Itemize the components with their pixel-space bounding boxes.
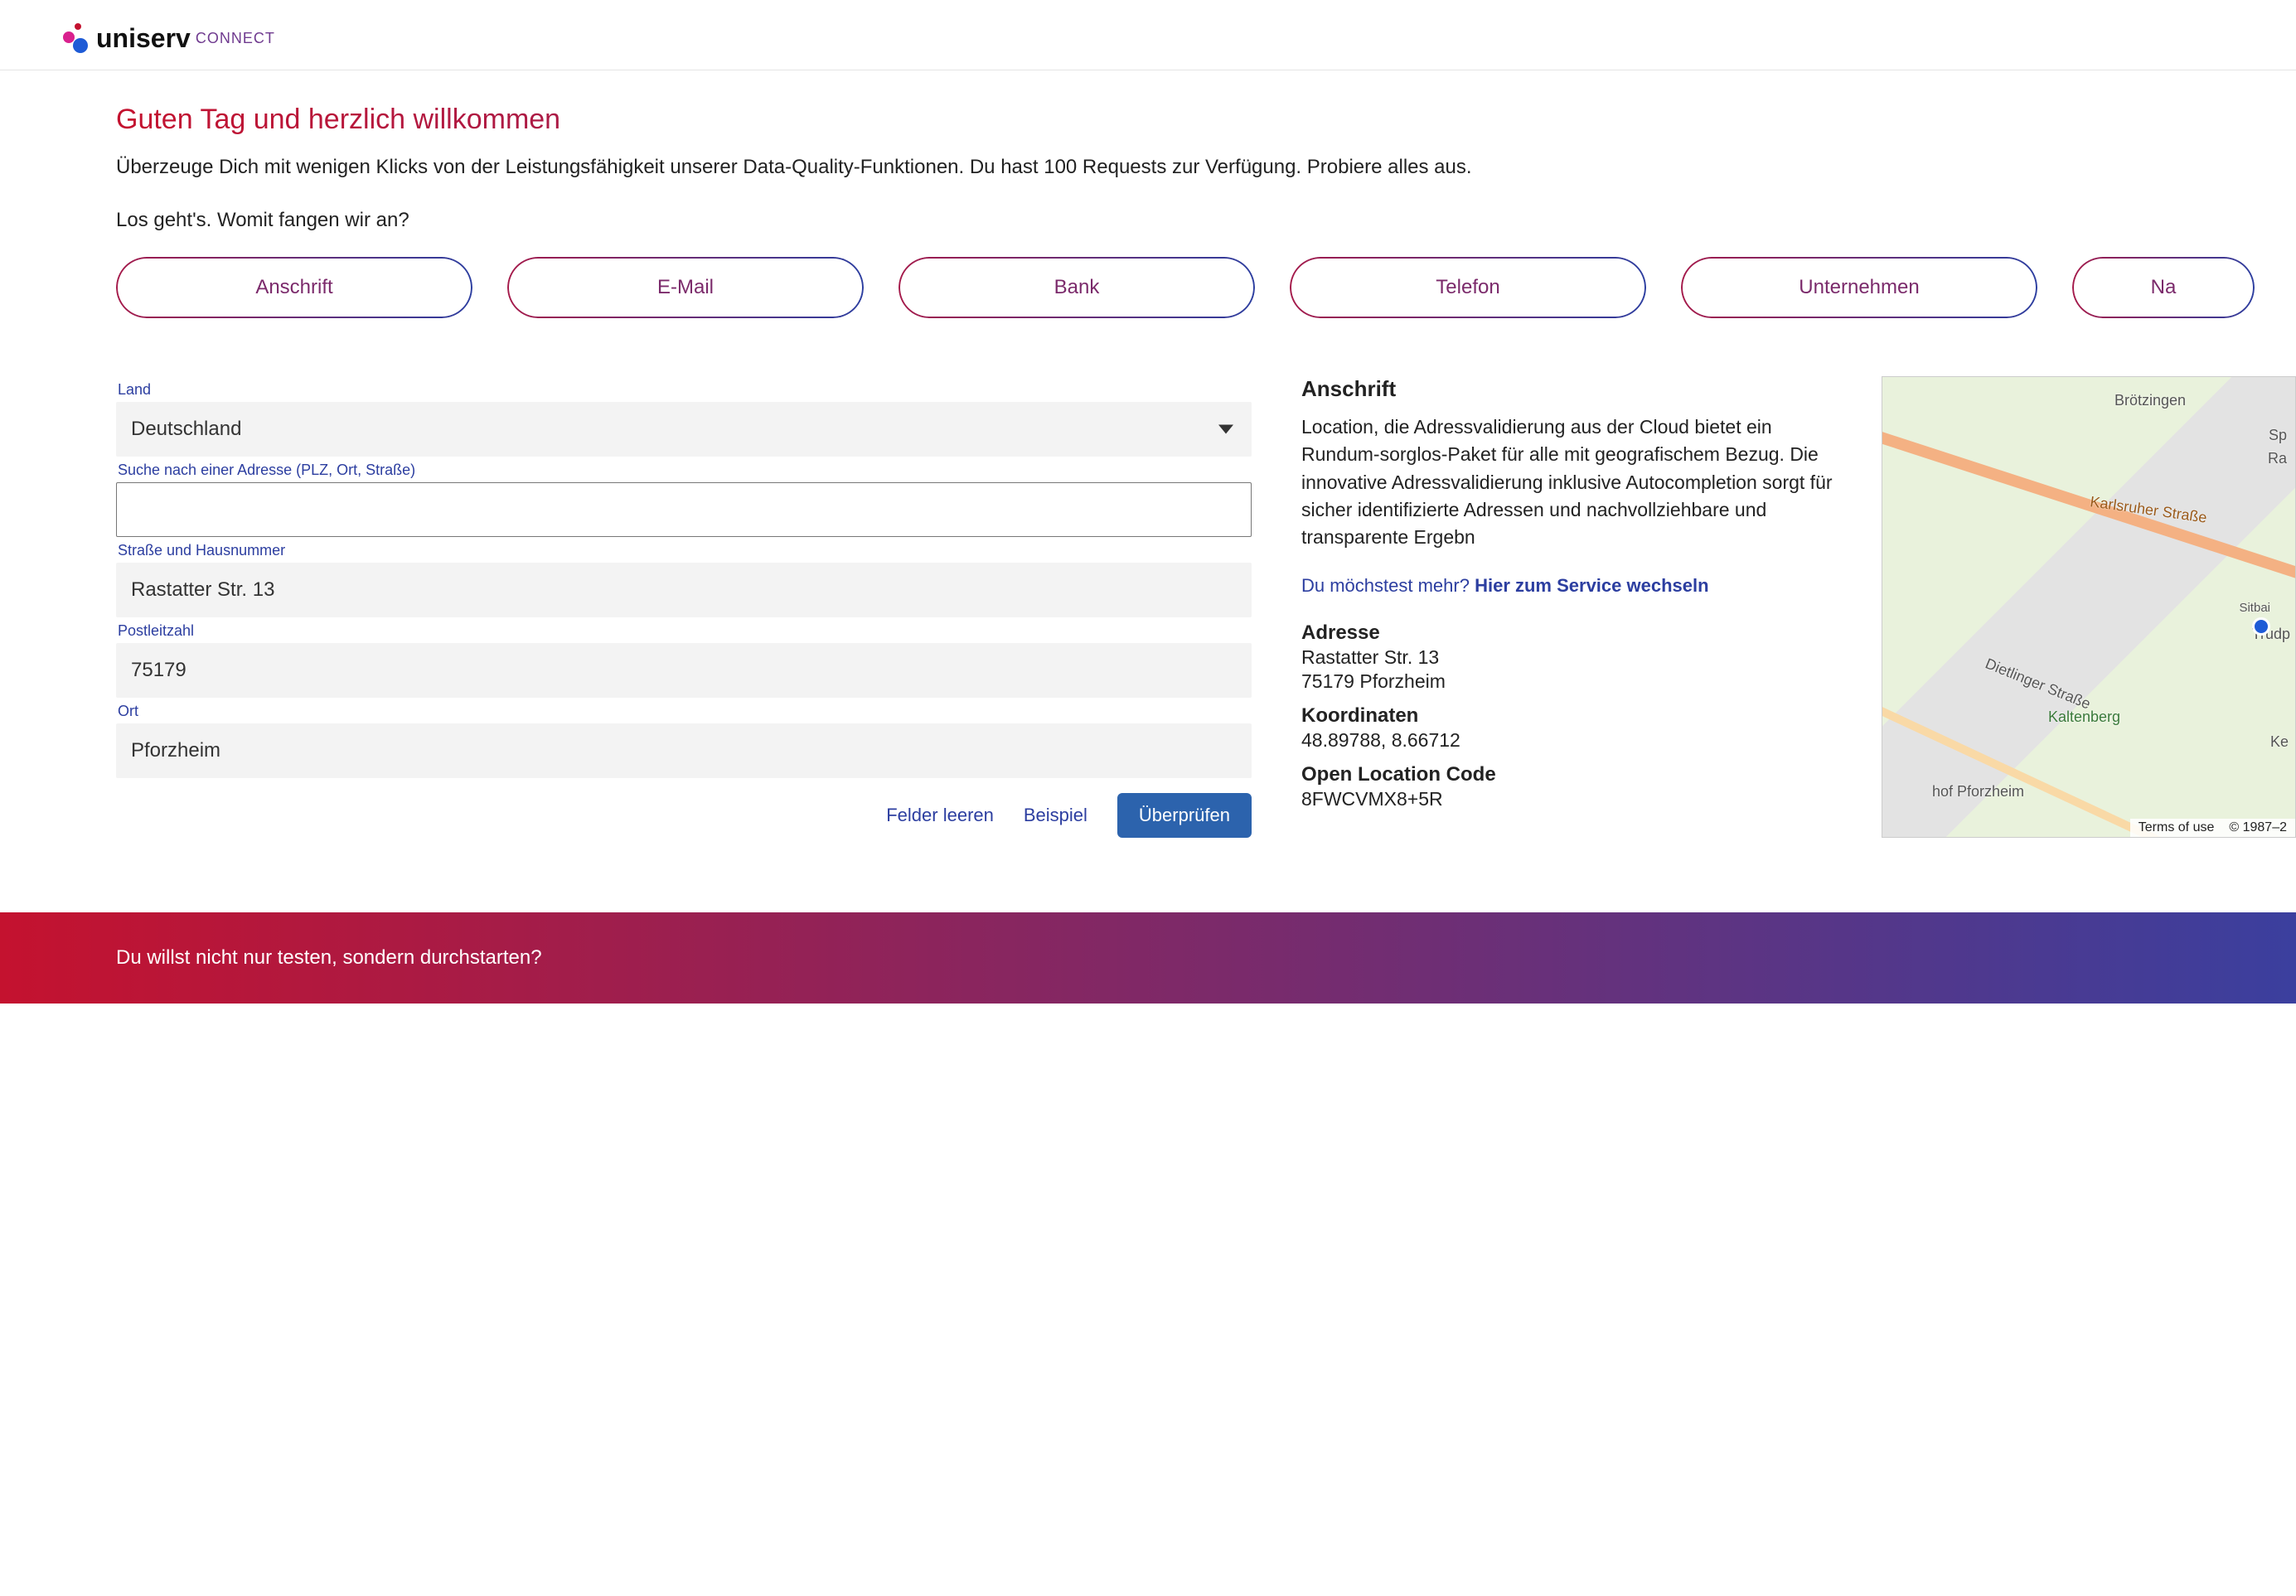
- street-label: Straße und Hausnummer: [118, 542, 1252, 559]
- category-pills: Anschrift E-Mail Bank Telefon Unternehme…: [116, 257, 2296, 318]
- coords-heading: Koordinaten: [1301, 704, 1848, 728]
- map-label: Ke: [2270, 733, 2289, 751]
- street-input[interactable]: [116, 563, 1252, 617]
- coords-value: 48.89788, 8.66712: [1301, 729, 1848, 752]
- map-label: Brötzingen: [2114, 392, 2186, 409]
- service-switch-link[interactable]: Hier zum Service wechseln: [1475, 575, 1708, 596]
- info-text-column: Anschrift Location, die Adressvalidierun…: [1301, 376, 1848, 838]
- address-search-input[interactable]: [116, 482, 1252, 537]
- map-terms-link[interactable]: Terms of use: [2139, 820, 2215, 835]
- ort-label: Ort: [118, 703, 1252, 720]
- pill-anschrift[interactable]: Anschrift: [116, 257, 472, 318]
- address-heading: Adresse: [1301, 621, 1848, 645]
- page-title: Guten Tag und herzlich willkommen: [116, 104, 2296, 136]
- info-desc: Location, die Adressvalidierung aus der …: [1301, 414, 1848, 552]
- map-label: Ra: [2268, 450, 2287, 467]
- ort-input[interactable]: [116, 723, 1252, 778]
- map-label: Kaltenberg: [2048, 709, 2120, 726]
- info-title: Anschrift: [1301, 376, 1848, 402]
- footer-cta-bar: Du willst nicht nur testen, sondern durc…: [0, 912, 2296, 1004]
- map[interactable]: Brötzingen Karlsruher Straße Dietlinger …: [1882, 376, 2296, 838]
- olc-value: 8FWCVMX8+5R: [1301, 788, 1848, 810]
- address-line1: Rastatter Str. 13: [1301, 646, 1848, 669]
- pill-unternehmen[interactable]: Unternehmen: [1681, 257, 2037, 318]
- olc-heading: Open Location Code: [1301, 763, 1848, 786]
- pill-bank[interactable]: Bank: [899, 257, 1255, 318]
- chevron-down-icon[interactable]: [1218, 425, 1233, 434]
- address-line2: 75179 Pforzheim: [1301, 670, 1848, 693]
- example-button[interactable]: Beispiel: [1024, 805, 1087, 826]
- map-label: Dietlinger Straße: [1983, 655, 2093, 713]
- prompt-text: Los geht's. Womit fangen wir an?: [116, 209, 2296, 232]
- brand-sub: CONNECT: [196, 30, 275, 47]
- map-label: Sitbai: [2239, 601, 2270, 615]
- map-label: Sp: [2269, 427, 2287, 444]
- land-label: Land: [118, 381, 1252, 399]
- map-label: hof Pforzheim: [1932, 783, 2024, 800]
- header: uniserv CONNECT: [0, 0, 2296, 70]
- plz-label: Postleitzahl: [118, 622, 1252, 640]
- logo-icon: [60, 22, 93, 55]
- map-attribution: Terms of use © 1987–2: [2130, 819, 2295, 837]
- search-label: Suche nach einer Adresse (PLZ, Ort, Stra…: [118, 462, 1252, 479]
- footer-cta-text: Du willst nicht nur testen, sondern durc…: [116, 946, 542, 970]
- plz-input[interactable]: [116, 643, 1252, 698]
- land-select[interactable]: [116, 402, 1252, 457]
- map-marker-icon: [2252, 617, 2270, 636]
- pill-na[interactable]: Na: [2072, 257, 2255, 318]
- pill-email[interactable]: E-Mail: [507, 257, 864, 318]
- verify-button[interactable]: Überprüfen: [1117, 793, 1252, 838]
- more-link-row: Du möchstest mehr? Hier zum Service wech…: [1301, 575, 1848, 597]
- map-copyright: © 1987–2: [2229, 820, 2287, 835]
- form-column: Land Suche nach einer Adresse (PLZ, Ort,…: [116, 376, 1252, 838]
- pill-telefon[interactable]: Telefon: [1290, 257, 1646, 318]
- clear-fields-button[interactable]: Felder leeren: [886, 805, 994, 826]
- intro-text: Überzeuge Dich mit wenigen Klicks von de…: [116, 156, 2296, 179]
- brand-name: uniserv: [96, 23, 191, 54]
